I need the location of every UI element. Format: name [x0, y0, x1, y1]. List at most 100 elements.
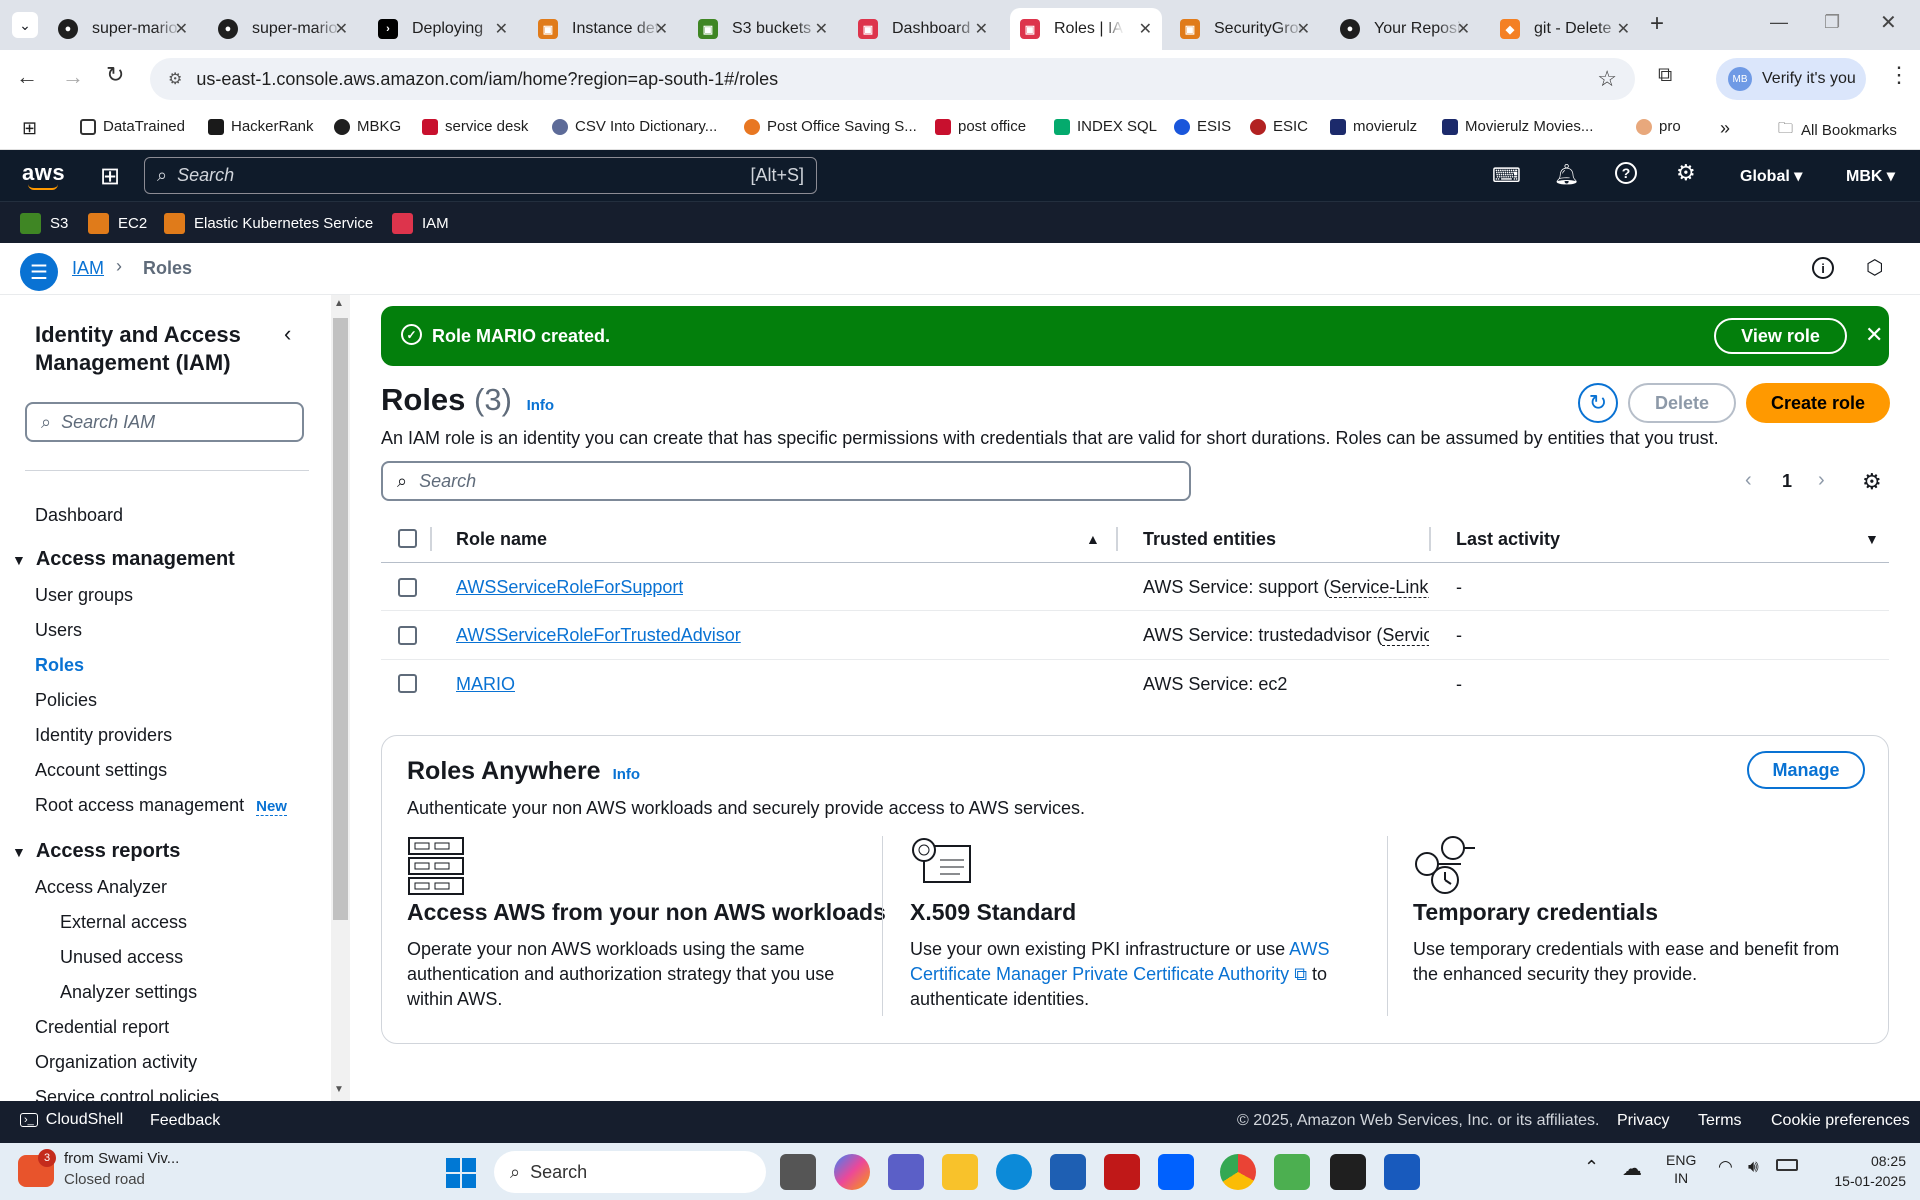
- battery-icon[interactable]: [1776, 1159, 1798, 1171]
- bookmark-item[interactable]: CSV Into Dictionary...: [552, 118, 717, 135]
- wifi-icon[interactable]: ◠: [1718, 1157, 1733, 1177]
- row-checkbox[interactable]: [398, 674, 417, 693]
- browser-tab[interactable]: › Deploying ✕: [368, 8, 518, 50]
- sidebar-section-access-management[interactable]: ▼ Access management: [12, 548, 235, 571]
- browser-tab[interactable]: ◆ git - Delete ✕: [1490, 8, 1640, 50]
- sidebar-item-service-control-policies[interactable]: Service control policies: [35, 1087, 219, 1101]
- apps-grid-icon[interactable]: ⊞: [22, 118, 37, 139]
- bookmark-item[interactable]: Post Office Saving S...: [744, 118, 917, 135]
- scrollbar-thumb[interactable]: [333, 318, 348, 920]
- feedback-link[interactable]: Feedback: [150, 1112, 220, 1130]
- settings-gear-icon[interactable]: ⚙: [1676, 160, 1696, 186]
- site-info-icon[interactable]: ⚙: [168, 69, 182, 89]
- terms-link[interactable]: Terms: [1698, 1112, 1742, 1130]
- role-name-link[interactable]: MARIO: [456, 674, 515, 695]
- help-panel-icon[interactable]: ⬡: [1866, 255, 1883, 280]
- column-divider[interactable]: [1116, 527, 1118, 551]
- file-explorer-icon[interactable]: [942, 1154, 978, 1190]
- onedrive-cloud-icon[interactable]: ☁: [1622, 1156, 1642, 1181]
- url-bar[interactable]: ⚙ us-east-1.console.aws.amazon.com/iam/h…: [150, 58, 1635, 100]
- browser-tab-active[interactable]: ▣Roles | IAM✕: [1010, 8, 1162, 50]
- terminal-icon[interactable]: [1330, 1154, 1366, 1190]
- notification-title[interactable]: from Swami Viv...: [64, 1150, 179, 1167]
- sidebar-item-organization-activity[interactable]: Organization activity: [35, 1052, 197, 1073]
- browser-tab[interactable]: ▣SecurityGroups✕: [1170, 8, 1320, 50]
- privacy-link[interactable]: Privacy: [1617, 1112, 1669, 1130]
- browser-tab[interactable]: ▣ Dashboard ✕: [848, 8, 998, 50]
- role-name-link[interactable]: AWSServiceRoleForSupport: [456, 577, 683, 598]
- column-header-role-name[interactable]: Role name: [456, 529, 547, 550]
- bookmark-item[interactable]: MBKG: [334, 118, 401, 135]
- close-icon[interactable]: ✕: [335, 19, 348, 39]
- sidebar-item-account-settings[interactable]: Account settings: [35, 760, 167, 781]
- sort-descending-icon[interactable]: ▼: [1865, 531, 1879, 547]
- sidebar-item-dashboard[interactable]: Dashboard: [35, 505, 123, 526]
- bookmark-item[interactable]: ESIS: [1174, 118, 1231, 135]
- close-icon[interactable]: ✕: [1139, 19, 1152, 39]
- collapse-sidebar-icon[interactable]: ‹: [284, 321, 291, 347]
- sidebar-item-policies[interactable]: Policies: [35, 690, 97, 711]
- sidebar-item-access-analyzer[interactable]: Access Analyzer: [35, 877, 167, 898]
- region-selector[interactable]: Global ▾: [1740, 166, 1802, 186]
- teams-icon[interactable]: [888, 1154, 924, 1190]
- bookmark-item[interactable]: INDEX SQL: [1054, 118, 1157, 135]
- dismiss-close-icon[interactable]: ✕: [1865, 322, 1883, 348]
- sidebar-item-user-groups[interactable]: User groups: [35, 585, 133, 606]
- bookmark-item[interactable]: movierulz: [1330, 118, 1417, 135]
- info-link[interactable]: Info: [613, 766, 641, 783]
- page-number[interactable]: 1: [1782, 471, 1792, 492]
- close-icon[interactable]: ✕: [175, 19, 188, 39]
- cookie-preferences-link[interactable]: Cookie preferences: [1771, 1112, 1910, 1130]
- info-panel-icon[interactable]: i: [1812, 257, 1834, 279]
- app-icon[interactable]: [1274, 1154, 1310, 1190]
- sidebar-item-credential-report[interactable]: Credential report: [35, 1017, 169, 1038]
- back-icon[interactable]: ←: [16, 64, 38, 90]
- bookmark-item[interactable]: pro: [1636, 118, 1681, 135]
- refresh-icon[interactable]: ↻: [1578, 383, 1618, 423]
- role-name-link[interactable]: AWSServiceRoleForTrustedAdvisor: [456, 625, 741, 646]
- bookmark-star-icon[interactable]: ☆: [1597, 66, 1617, 92]
- scroll-up-icon[interactable]: ▲: [334, 298, 344, 309]
- favorite-iam[interactable]: IAM: [392, 213, 449, 234]
- aws-logo[interactable]: aws: [22, 160, 65, 186]
- close-icon[interactable]: ✕: [1457, 19, 1470, 39]
- extensions-icon[interactable]: ⧉: [1658, 64, 1672, 87]
- verify-profile-button[interactable]: MB Verify it's you: [1716, 58, 1866, 100]
- menu-kebab-icon[interactable]: ⋮: [1888, 62, 1910, 88]
- window-close-icon[interactable]: ✕: [1880, 10, 1897, 35]
- help-icon[interactable]: ?: [1615, 162, 1637, 184]
- close-icon[interactable]: ✕: [975, 19, 988, 39]
- sidebar-item-users[interactable]: Users: [35, 620, 82, 641]
- sidebar-item-root-access[interactable]: Root access management New: [35, 795, 287, 816]
- scroll-down-icon[interactable]: ▼: [334, 1084, 344, 1095]
- task-view-icon[interactable]: [780, 1154, 816, 1190]
- clock[interactable]: 08:25 15-01-2025: [1820, 1151, 1906, 1191]
- sort-ascending-icon[interactable]: ▲: [1086, 531, 1100, 547]
- close-icon[interactable]: ✕: [1617, 19, 1630, 39]
- services-grid-icon[interactable]: ⊞: [100, 162, 120, 191]
- dropbox-icon[interactable]: [1158, 1154, 1194, 1190]
- sidebar-item-roles[interactable]: Roles: [35, 655, 84, 676]
- bookmark-item[interactable]: DataTrained: [80, 118, 185, 135]
- mcafee-icon[interactable]: [1104, 1154, 1140, 1190]
- column-header-trusted-entities[interactable]: Trusted entities: [1143, 529, 1276, 550]
- sidebar-section-access-reports[interactable]: ▼ Access reports: [12, 840, 180, 863]
- sidebar-item-external-access[interactable]: External access: [60, 912, 187, 933]
- cloudshell-icon[interactable]: ⌨: [1492, 163, 1521, 188]
- reload-icon[interactable]: ↻: [106, 62, 124, 88]
- close-icon[interactable]: ✕: [655, 19, 668, 39]
- minimize-icon[interactable]: —: [1770, 12, 1788, 33]
- edge-icon[interactable]: [996, 1154, 1032, 1190]
- select-all-checkbox[interactable]: [398, 529, 417, 548]
- table-preferences-gear-icon[interactable]: ⚙: [1862, 469, 1882, 495]
- breadcrumb-iam[interactable]: IAM: [72, 258, 104, 279]
- delete-button[interactable]: Delete: [1628, 383, 1736, 423]
- prev-page-icon[interactable]: ‹: [1745, 469, 1752, 492]
- sidebar-item-identity-providers[interactable]: Identity providers: [35, 725, 172, 746]
- roles-search-input[interactable]: ⌕ Search: [381, 461, 1191, 501]
- favorite-eks[interactable]: Elastic Kubernetes Service: [164, 213, 373, 234]
- close-icon[interactable]: ✕: [495, 19, 508, 39]
- browser-tab[interactable]: ● super-mario ✕: [208, 8, 358, 50]
- chrome-icon[interactable]: [1220, 1154, 1256, 1190]
- restore-icon[interactable]: ❐: [1824, 12, 1840, 33]
